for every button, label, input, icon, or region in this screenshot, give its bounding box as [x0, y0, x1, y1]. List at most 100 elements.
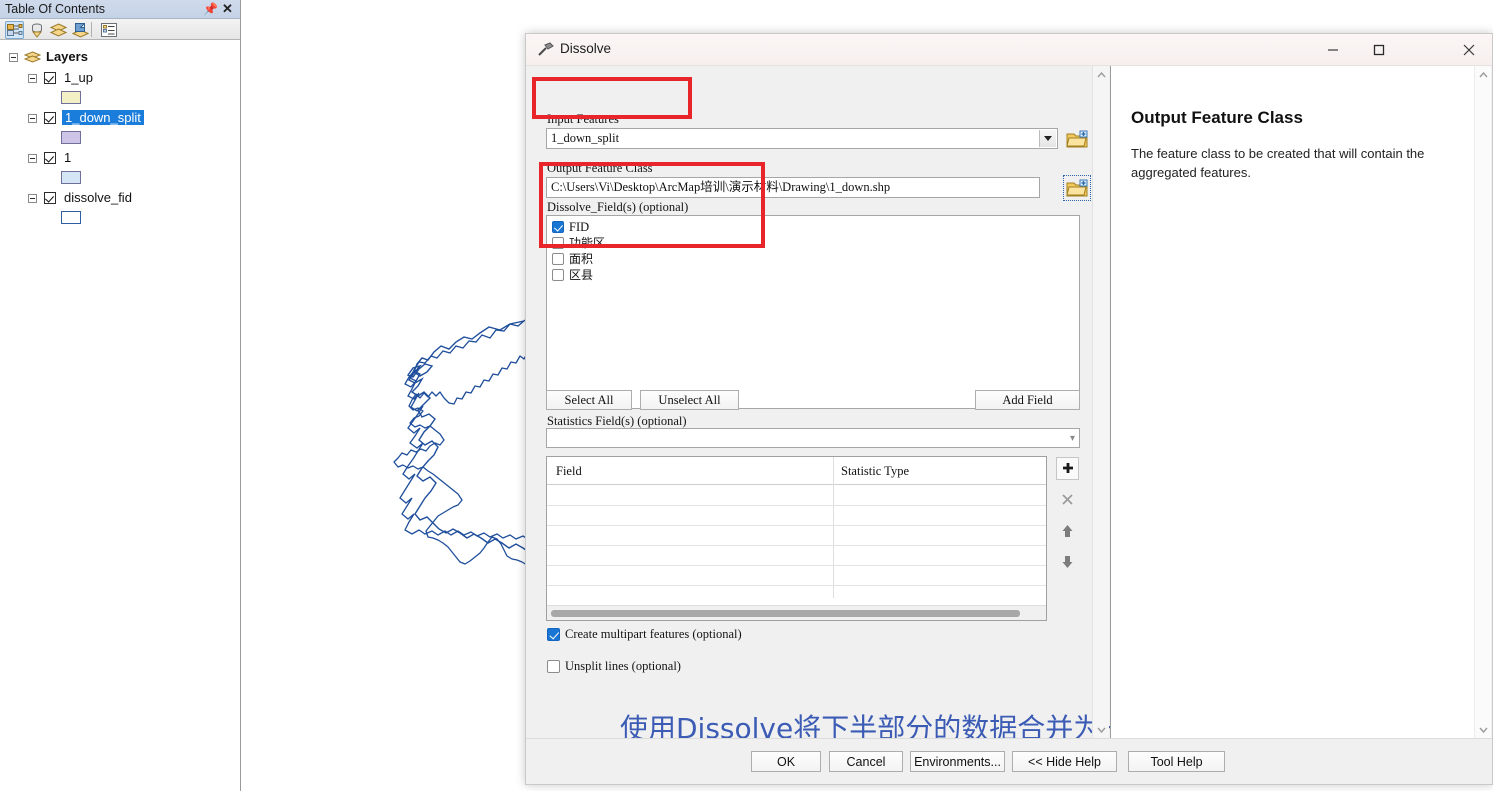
statistics-fields-combo[interactable]: ▾ [546, 428, 1080, 448]
grid-column-divider [833, 457, 834, 598]
grid-column-statistic-type: Statistic Type [841, 464, 909, 478]
output-feature-class-browse-button[interactable] [1063, 175, 1091, 201]
layer-label: dissolve_fid [64, 190, 132, 205]
expander-icon[interactable] [28, 154, 37, 163]
pin-icon[interactable]: 📌 [203, 1, 218, 17]
layer-symbol-row [0, 211, 240, 231]
dialog-body: Input Features 1_down_split Output Featu… [526, 66, 1492, 784]
minimize-button[interactable] [1310, 34, 1356, 65]
help-panel: Output Feature Class The feature class t… [1110, 66, 1491, 738]
dissolve-field-label: FID [569, 220, 590, 234]
dissolve-field-checkbox[interactable] [552, 253, 564, 265]
tree-root-layers[interactable]: Layers [0, 48, 240, 68]
move-down-button[interactable] [1056, 550, 1079, 573]
close-icon[interactable]: ✕ [220, 1, 235, 17]
hide-help-button[interactable]: << Hide Help [1012, 751, 1117, 772]
cancel-button[interactable]: Cancel [829, 751, 903, 772]
toolbar-separator [91, 22, 92, 37]
hammer-tool-icon [538, 42, 554, 56]
layer-visibility-checkbox[interactable] [44, 112, 56, 124]
dialog-title: Dissolve [560, 41, 612, 56]
layer-symbol-row [0, 91, 240, 111]
statistics-grid[interactable]: Field Statistic Type [546, 456, 1047, 621]
add-field-button[interactable]: Add Field [975, 390, 1080, 410]
output-feature-class-input[interactable]: C:\Users\Vi\Desktop\ArcMap培训\演示材料\Drawin… [546, 177, 1040, 198]
chevron-down-icon[interactable] [1039, 130, 1056, 147]
layer-label: 1_down_split [62, 110, 144, 125]
tool-help-button[interactable]: Tool Help [1128, 751, 1225, 772]
toc-toolbar [0, 19, 240, 40]
expander-icon[interactable] [28, 114, 37, 123]
dissolve-field-checkbox[interactable] [552, 237, 564, 249]
scroll-down-icon[interactable] [1475, 721, 1492, 738]
symbol-swatch[interactable] [61, 211, 81, 224]
dialog-titlebar[interactable]: Dissolve [526, 34, 1492, 66]
options-icon[interactable] [99, 21, 118, 39]
help-scrollbar[interactable] [1474, 66, 1491, 738]
layer-row-dissolve-fid[interactable]: dissolve_fid [0, 189, 240, 209]
chevron-down-icon[interactable]: ▾ [1070, 433, 1075, 444]
grid-row-line [547, 565, 1046, 566]
close-button[interactable] [1446, 34, 1492, 65]
layer-row-1[interactable]: 1 [0, 149, 240, 169]
symbol-swatch[interactable] [61, 131, 81, 144]
layers-root-label: Layers [46, 49, 88, 64]
expander-icon[interactable] [28, 74, 37, 83]
dissolve-field-item-fid[interactable]: FID [547, 219, 1079, 235]
list-by-source-icon[interactable] [27, 21, 46, 39]
dissolve-field-checkbox[interactable] [552, 221, 564, 233]
ok-button[interactable]: OK [751, 751, 821, 772]
dissolve-field-label: 功能区 [569, 236, 606, 250]
dissolve-field-label: 面积 [569, 252, 594, 266]
input-features-browse-button[interactable] [1065, 128, 1089, 150]
dissolve-field-item-quxian[interactable]: 区县 [547, 267, 1079, 283]
maximize-button[interactable] [1356, 34, 1402, 65]
layer-visibility-checkbox[interactable] [44, 72, 56, 84]
output-feature-class-label: Output Feature Class [547, 161, 653, 175]
list-by-selection-icon[interactable] [71, 21, 90, 39]
unselect-all-button[interactable]: Unselect All [640, 390, 739, 410]
grid-horizontal-scrollbar[interactable] [547, 605, 1046, 620]
dissolve-fields-label: Dissolve_Field(s) (optional) [547, 200, 689, 214]
dissolve-fields-listbox[interactable]: FID 功能区 面积 区县 [546, 215, 1080, 409]
add-row-button[interactable] [1056, 457, 1079, 480]
dialog-button-bar: OK Cancel Environments... << Hide Help T… [526, 738, 1492, 784]
grid-column-field: Field [556, 464, 582, 478]
scroll-down-icon[interactable] [1093, 721, 1110, 738]
symbol-swatch[interactable] [61, 91, 81, 104]
layer-row-1-down-split[interactable]: 1_down_split [0, 109, 240, 129]
list-by-visibility-icon[interactable] [49, 21, 68, 39]
create-multipart-checkbox[interactable] [547, 628, 560, 641]
layer-visibility-checkbox[interactable] [44, 192, 56, 204]
remove-row-button[interactable] [1056, 488, 1079, 511]
expander-icon[interactable] [9, 53, 18, 62]
dissolve-field-item-gongnengqu[interactable]: 功能区 [547, 235, 1079, 251]
list-by-drawing-order-icon[interactable] [5, 21, 24, 39]
environments-button[interactable]: Environments... [910, 751, 1005, 772]
input-features-value: 1_down_split [551, 131, 620, 145]
move-up-button[interactable] [1056, 519, 1079, 542]
input-features-label: Input Features [547, 112, 619, 126]
select-all-button[interactable]: Select All [546, 390, 632, 410]
toc-header: Table Of Contents 📌 ✕ [0, 0, 240, 19]
layer-label: 1 [64, 150, 72, 165]
dissolve-field-checkbox[interactable] [552, 269, 564, 281]
layer-label: 1_up [64, 70, 93, 85]
application-window: Table Of Contents 📌 ✕ Layers 1_up 1_down… [0, 0, 1493, 791]
input-features-combo[interactable]: 1_down_split [546, 128, 1058, 149]
scrollbar-thumb[interactable] [551, 610, 1020, 617]
dissolve-field-item-mianji[interactable]: 面积 [547, 251, 1079, 267]
statistics-fields-label: Statistics Field(s) (optional) [547, 414, 687, 428]
scroll-up-icon[interactable] [1093, 66, 1110, 83]
expander-icon[interactable] [28, 194, 37, 203]
help-description: The feature class to be created that wil… [1131, 146, 1425, 180]
dissolve-dialog: Dissolve Input Features 1_down_split Out… [525, 33, 1493, 785]
layer-symbol-row [0, 171, 240, 191]
grid-row-line [547, 545, 1046, 546]
scroll-up-icon[interactable] [1475, 66, 1492, 83]
unsplit-lines-checkbox[interactable] [547, 660, 560, 673]
layer-visibility-checkbox[interactable] [44, 152, 56, 164]
layer-row-1-up[interactable]: 1_up [0, 69, 240, 89]
symbol-swatch[interactable] [61, 171, 81, 184]
form-scrollbar[interactable] [1092, 66, 1109, 738]
